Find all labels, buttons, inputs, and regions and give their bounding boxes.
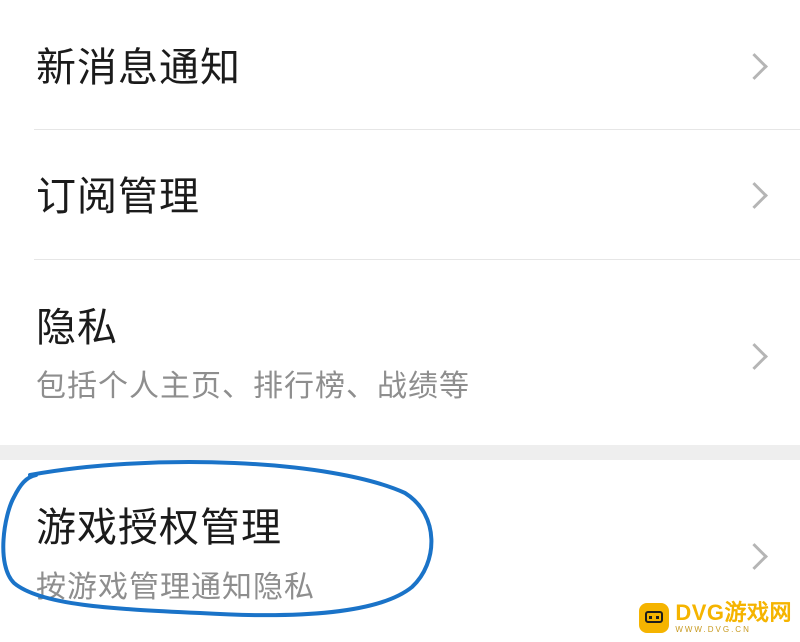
settings-item-subscription-management[interactable]: 订阅管理 [0,130,800,260]
gamepad-icon [639,603,670,633]
watermark-subtitle: WWW.DVG.CN [675,625,751,634]
settings-item-title: 隐私 [36,305,118,351]
chevron-right-icon [741,53,768,80]
settings-screen: 新消息通知 订阅管理 隐私 包括个人主页、排行榜、战绩等 游戏授权管理 按游戏管… [0,0,800,642]
watermark: DVG游戏网 WWW.DVG.CN [639,602,792,634]
settings-item-subtitle: 包括个人主页、排行榜、战绩等 [36,369,470,404]
settings-item-title: 新消息通知 [36,45,241,91]
settings-item-title: 订阅管理 [36,174,200,220]
settings-item-subtitle: 按游戏管理通知隐私 [36,570,315,605]
watermark-text: DVG游戏网 WWW.DVG.CN [675,602,792,634]
settings-item-message-notifications[interactable]: 新消息通知 [0,0,800,130]
section-gap [0,445,800,460]
settings-group-main: 新消息通知 订阅管理 隐私 包括个人主页、排行榜、战绩等 [0,0,800,445]
chevron-right-icon [741,343,768,370]
settings-item-title: 游戏授权管理 [36,505,282,551]
chevron-right-icon [741,543,768,570]
chevron-right-icon [741,182,768,209]
settings-item-privacy[interactable]: 隐私 包括个人主页、排行榜、战绩等 [0,260,800,445]
watermark-title: DVG游戏网 [675,600,792,625]
